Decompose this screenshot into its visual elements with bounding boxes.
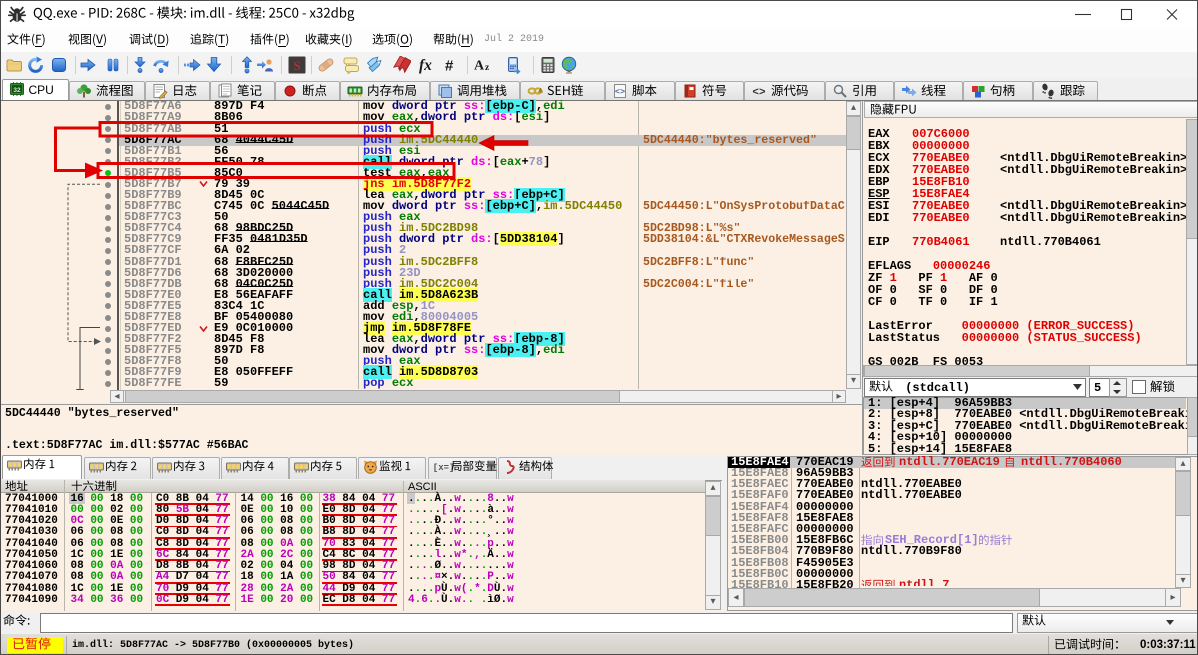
svg-text:<>: <> (615, 87, 625, 97)
svg-text:fx: fx (419, 57, 432, 74)
svg-text:32: 32 (13, 87, 21, 94)
svg-text:z: z (485, 63, 490, 73)
svg-text:S: S (293, 58, 300, 73)
svg-text:A: A (474, 59, 485, 74)
svg-text:#: # (445, 58, 454, 75)
svg-text:<>: <> (752, 87, 766, 99)
svg-text:!: ! (540, 89, 541, 93)
